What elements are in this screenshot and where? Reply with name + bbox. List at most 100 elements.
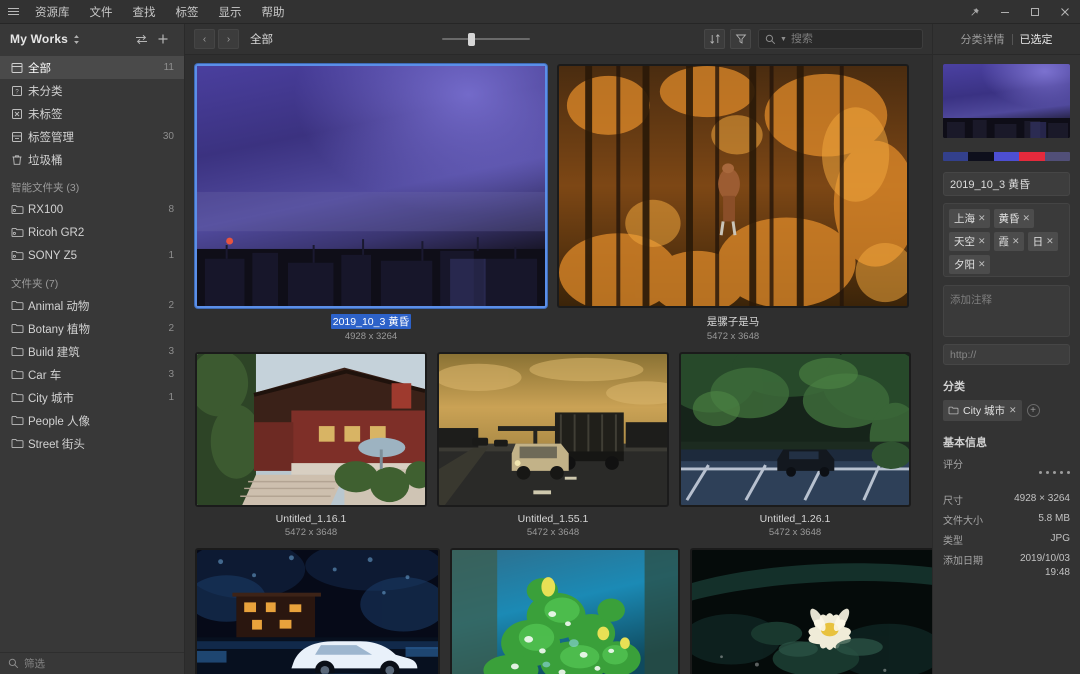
grid-item[interactable]: 2019_10_3 黄昏 4928 x 3264 <box>195 64 547 342</box>
sidebar-tree[interactable]: 全部 11 ? 未分类 未标签 <box>0 54 184 652</box>
tag-list[interactable]: 上海✕ 黄昏✕ 天空✕ 霞✕ 日✕ 夕阳✕ <box>943 203 1070 277</box>
sidebar-folder-street[interactable]: Street 街头 <box>0 432 184 455</box>
url-field[interactable]: http:// <box>943 344 1070 365</box>
maximize-button[interactable] <box>1020 0 1050 24</box>
sync-sort-icon[interactable] <box>130 28 152 50</box>
library-name[interactable]: My Works <box>10 32 68 46</box>
add-category-icon[interactable]: + <box>1027 404 1040 417</box>
sidebar-smart-folder-rx100[interactable]: RX100 8 <box>0 198 184 221</box>
palette-swatch[interactable] <box>968 152 993 161</box>
temple-artwork <box>197 354 425 505</box>
tag-chip[interactable]: 霞✕ <box>994 232 1024 251</box>
slider-knob[interactable] <box>468 33 475 46</box>
lilypads-artwork <box>452 550 678 674</box>
remove-tag-icon[interactable]: ✕ <box>978 259 986 270</box>
sidebar-item-all[interactable]: 全部 11 <box>0 56 184 79</box>
grid-item[interactable] <box>450 548 680 674</box>
sidebar-folder-city[interactable]: City 城市 1 <box>0 386 184 409</box>
tag-chip[interactable]: 天空✕ <box>949 232 990 251</box>
grid-item[interactable] <box>690 548 932 674</box>
close-button[interactable] <box>1050 0 1080 24</box>
meta-row-rating: 评分 <box>943 456 1070 487</box>
window-controls <box>960 0 1080 24</box>
sidebar-folder-build[interactable]: Build 建筑 3 <box>0 340 184 363</box>
preview-thumbnail[interactable] <box>943 64 1070 138</box>
breadcrumb[interactable]: 全部 <box>250 31 273 47</box>
menu-item-file[interactable]: 文件 <box>81 1 122 23</box>
thumbnail-image[interactable] <box>679 352 911 507</box>
sort-icon[interactable] <box>704 29 725 49</box>
grid-item[interactable]: Untitled_1.26.1 5472 x 3648 <box>679 352 911 538</box>
search-box[interactable]: ▼ <box>758 29 923 49</box>
thumbnail-title: Untitled_1.26.1 <box>760 513 831 525</box>
back-button[interactable]: ‹ <box>194 29 215 49</box>
thumbnail-image[interactable] <box>195 64 547 308</box>
remove-tag-icon[interactable]: ✕ <box>1023 213 1031 224</box>
search-input[interactable] <box>791 33 933 45</box>
pin-icon[interactable] <box>960 0 990 24</box>
tab-selected[interactable]: 已选定 <box>1020 31 1053 47</box>
palette-swatch[interactable] <box>1019 152 1044 161</box>
category-chip[interactable]: City 城市 ✕ <box>943 400 1022 421</box>
sidebar-item-tag-manager[interactable]: 标签管理 30 <box>0 125 184 148</box>
note-field[interactable]: 添加注释 <box>943 285 1070 337</box>
grid-item[interactable] <box>195 548 440 674</box>
color-palette[interactable] <box>943 152 1070 161</box>
sidebar-item-untagged[interactable]: 未标签 <box>0 102 184 125</box>
remove-tag-icon[interactable]: ✕ <box>1046 236 1054 247</box>
remove-category-icon[interactable]: ✕ <box>1009 405 1017 416</box>
thumbnail-image[interactable] <box>195 548 440 674</box>
chevron-updown-icon[interactable] <box>73 34 80 45</box>
sidebar-folder-animal[interactable]: Animal 动物 2 <box>0 294 184 317</box>
sidebar-item-count: 8 <box>162 204 174 215</box>
remove-tag-icon[interactable]: ✕ <box>978 236 986 247</box>
tag-chip[interactable]: 上海✕ <box>949 209 990 228</box>
sidebar-item-uncategorized[interactable]: ? 未分类 <box>0 79 184 102</box>
remove-tag-icon[interactable]: ✕ <box>1012 236 1020 247</box>
sidebar-smart-folder-sony-z5[interactable]: SONY Z5 1 <box>0 244 184 267</box>
meta-value[interactable] <box>995 456 1070 487</box>
thumbnail-image[interactable] <box>690 548 932 674</box>
menu-item-find[interactable]: 查找 <box>124 1 165 23</box>
thumbnail-size-slider[interactable] <box>442 29 530 49</box>
remove-tag-icon[interactable]: ✕ <box>978 213 986 224</box>
sidebar-folder-botany[interactable]: Botany 植物 2 <box>0 317 184 340</box>
grid-item[interactable]: Untitled_1.55.1 5472 x 3648 <box>437 352 669 538</box>
tag-chip[interactable]: 日✕ <box>1028 232 1058 251</box>
thumbnail-image[interactable] <box>557 64 909 308</box>
uncategorized-icon: ? <box>11 85 28 97</box>
sidebar-item-trash[interactable]: 垃圾桶 <box>0 148 184 171</box>
tag-chip[interactable]: 黄昏✕ <box>994 209 1035 228</box>
hamburger-menu-icon[interactable] <box>0 6 26 17</box>
menu-item-help[interactable]: 帮助 <box>253 1 294 23</box>
menu-item-tags[interactable]: 标签 <box>167 1 208 23</box>
sidebar-folder-car[interactable]: Car 车 3 <box>0 363 184 386</box>
thumbnail-image[interactable] <box>437 352 669 507</box>
palette-swatch[interactable] <box>943 152 968 161</box>
minimize-button[interactable] <box>990 0 1020 24</box>
grid-item[interactable]: 是骡子是马 5472 x 3648 <box>557 64 909 342</box>
tab-category-details[interactable]: 分类详情 <box>961 31 1005 47</box>
grid-item[interactable]: Untitled_1.16.1 5472 x 3648 <box>195 352 427 538</box>
thumbnail-grid[interactable]: 2019_10_3 黄昏 4928 x 3264 <box>185 55 932 674</box>
menu-item-library[interactable]: 资源库 <box>26 1 79 23</box>
menu-item-view[interactable]: 显示 <box>210 1 251 23</box>
title-field[interactable] <box>943 172 1070 196</box>
thumbnail-image[interactable] <box>450 548 680 674</box>
sidebar-filter-bar[interactable]: 筛选 <box>0 652 184 674</box>
filter-icon[interactable] <box>730 29 751 49</box>
meta-row-filesize: 文件大小 5.8 MB <box>943 512 1070 527</box>
tag-chip[interactable]: 夕阳✕ <box>949 255 990 274</box>
sidebar-folder-people[interactable]: People 人像 <box>0 409 184 432</box>
rating-stars[interactable] <box>995 470 1070 474</box>
palette-swatch[interactable] <box>994 152 1019 161</box>
chevron-down-icon[interactable]: ▼ <box>780 36 787 43</box>
thumbnail-image[interactable] <box>195 352 427 507</box>
title-bar: 资源库 文件 查找 标签 显示 帮助 <box>0 0 1080 24</box>
sidebar-item-label: Street 街头 <box>28 436 168 452</box>
thumbnail-dimensions: 5472 x 3648 <box>769 527 821 538</box>
sidebar-smart-folder-ricoh-gr2[interactable]: Ricoh GR2 <box>0 221 184 244</box>
palette-swatch[interactable] <box>1045 152 1070 161</box>
add-folder-icon[interactable] <box>152 28 174 50</box>
forward-button[interactable]: › <box>218 29 239 49</box>
